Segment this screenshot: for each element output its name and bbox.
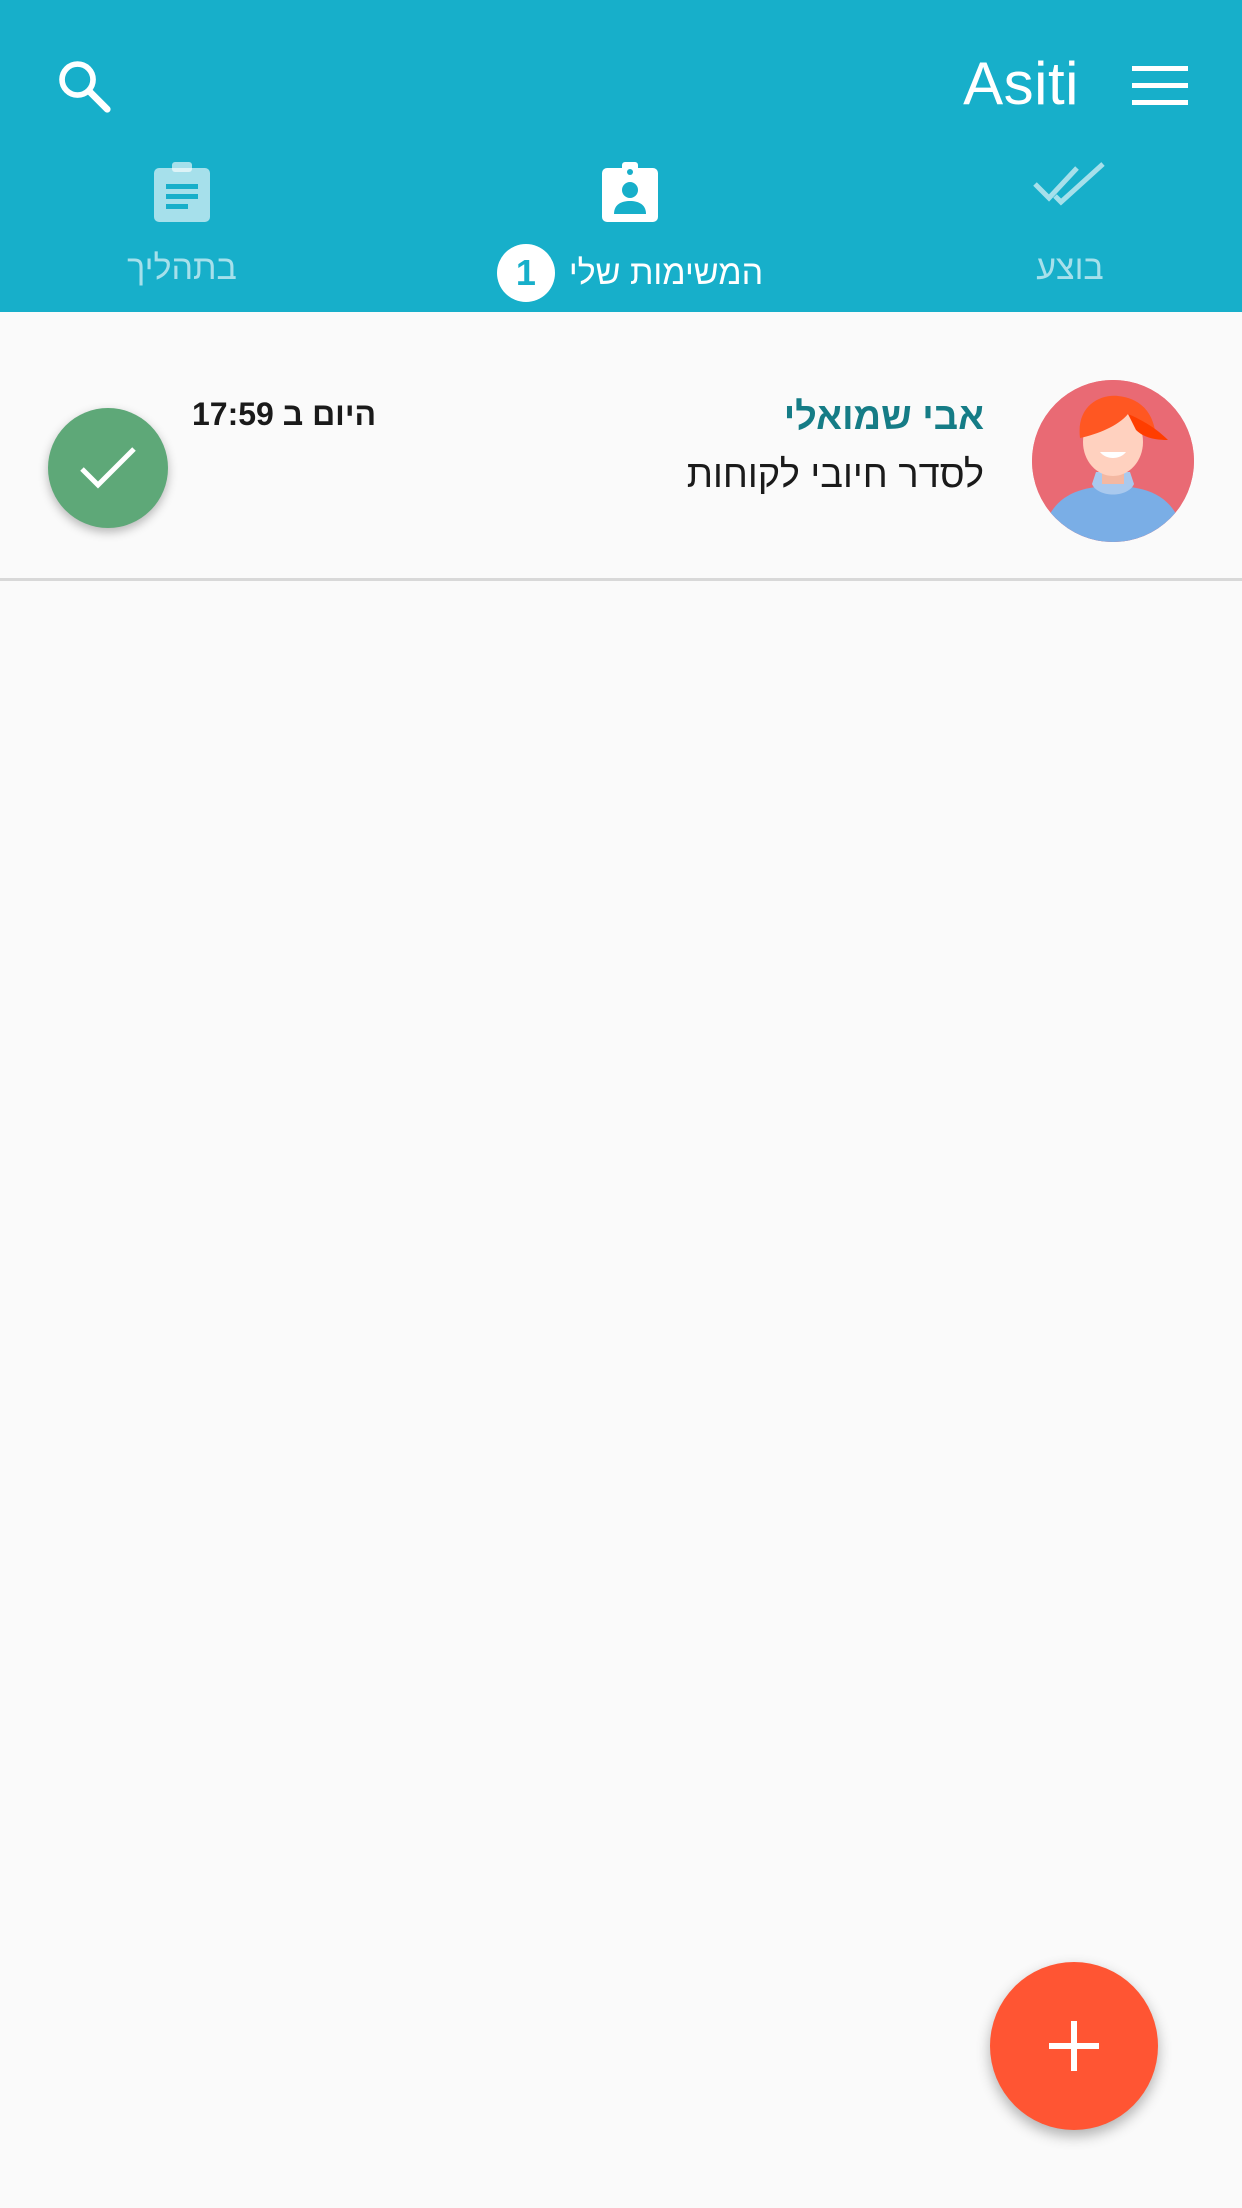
task-author: אבי שמואלי [783, 396, 984, 438]
tab-label: בתהליך [127, 249, 237, 287]
app-title: Asiti [963, 50, 1079, 117]
tab-my-tasks[interactable]: המשימות שלי 1 [470, 160, 790, 312]
task-list-item[interactable]: אבי שמואלי לסדר חיובי לקוחות היום ב 17:5… [0, 312, 1242, 581]
complete-task-button[interactable] [48, 408, 168, 528]
tab-in-progress[interactable]: בתהליך [92, 160, 272, 312]
tab-label: בוצע [1036, 249, 1104, 287]
task-description: לסדר חיובי לקוחות [686, 454, 984, 496]
search-button[interactable] [44, 46, 124, 126]
check-icon [80, 447, 136, 489]
search-icon [59, 61, 111, 113]
assignment-ind-icon [602, 162, 658, 222]
plus-icon [1049, 2021, 1099, 2071]
avatar [1032, 380, 1194, 542]
task-count-badge: 1 [496, 244, 555, 302]
app-bar: Asiti בוצע המשימות שלי 1 בתהליך [0, 0, 1242, 312]
menu-button[interactable] [1118, 44, 1202, 128]
double-check-icon [1033, 162, 1105, 206]
hamburger-menu-icon [1132, 66, 1188, 105]
tab-label: המשימות שלי [568, 254, 764, 292]
tab-done[interactable]: בוצע [980, 160, 1160, 312]
add-task-button[interactable] [990, 1962, 1158, 2130]
clipboard-list-icon [154, 162, 210, 222]
user-avatar-icon [1032, 380, 1194, 542]
task-timestamp: היום ב 17:59 [192, 396, 377, 432]
